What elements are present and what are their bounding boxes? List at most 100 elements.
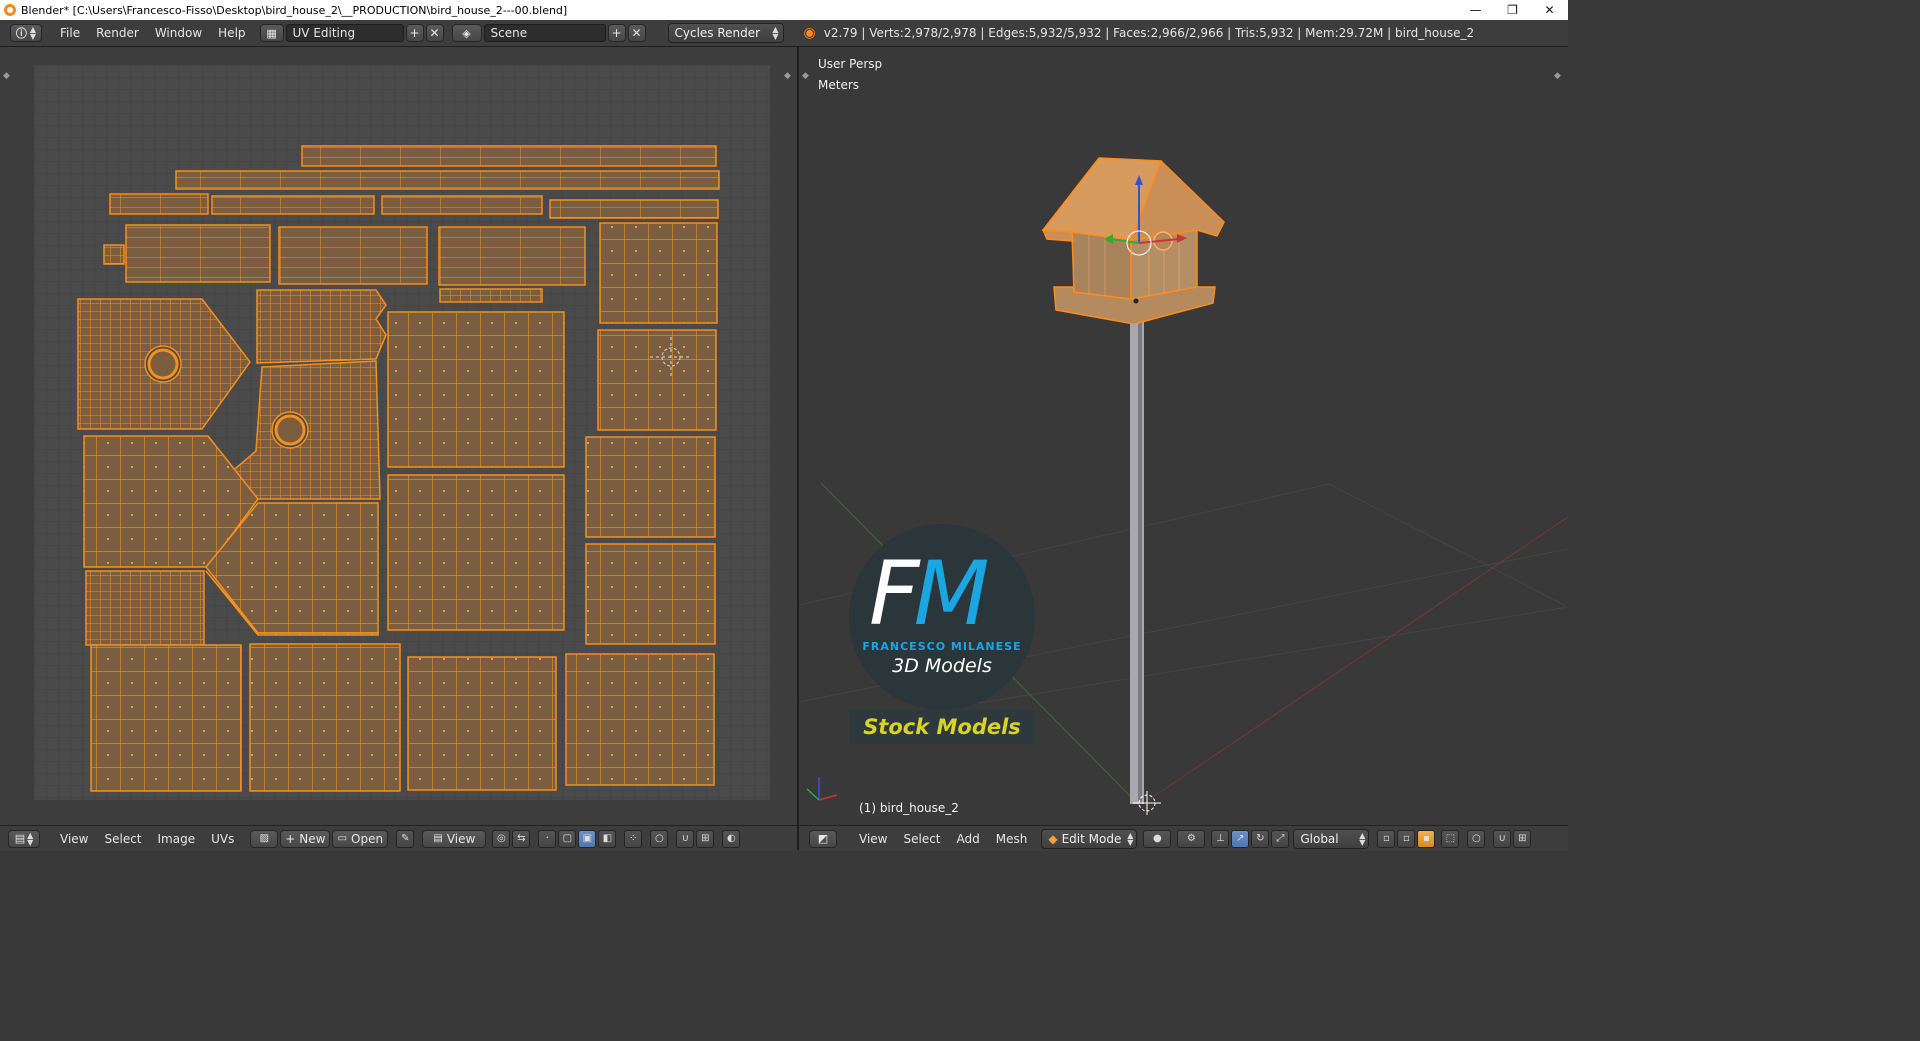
folder-icon: ▭ [337,833,348,844]
proportional-edit-icon[interactable]: ○ [1467,829,1486,848]
mode-label: Edit Mode [1061,831,1122,846]
menu-view[interactable]: View [851,832,895,846]
axis-orientation-widget [806,777,838,801]
plus-icon: + [409,26,420,40]
pivot-icon[interactable]: ◎ [492,829,511,848]
edit-mode-icon: ◆ [1048,831,1058,846]
open-label: Open [351,831,384,846]
updown-arrows-icon: ▲ ▼ [1359,830,1366,847]
updown-arrows-icon: ▲ ▼ [29,25,37,41]
layout-grid-icon: ▦ [266,26,277,40]
logo-author: FRANCESCO MILANESE [862,640,1022,653]
render-engine-select[interactable]: Cycles Render ▲ ▼ [667,23,784,43]
layer-button-3[interactable]: ▪ [1417,829,1436,848]
face-select-icon[interactable]: ▣ [578,829,597,848]
island-select-icon[interactable]: ◧ [598,829,617,848]
view-name-label: User Persp [818,57,883,71]
snap-element-icon[interactable]: ⊞ [1513,829,1532,848]
remove-scene-button[interactable]: ✕ [627,24,646,42]
new-image-button[interactable]: + New [280,829,331,848]
transform-orientation-select[interactable]: Global ▲ ▼ [1293,828,1370,849]
menu-image[interactable]: Image [150,832,204,846]
close-window-button[interactable]: ✕ [1531,0,1568,20]
pin-icon[interactable]: ✎ [396,829,415,848]
menu-render[interactable]: Render [88,26,147,40]
interaction-mode-select[interactable]: ◆ Edit Mode ▲ ▼ [1041,828,1138,849]
render-slot-icon[interactable]: ◐ [722,829,741,848]
sync-selection-icon[interactable]: ⇆ [512,829,531,848]
snap-icon[interactable]: ∪ [1493,829,1512,848]
menu-select[interactable]: Select [895,832,948,846]
manipulator-toggle-icon[interactable]: ⊥ [1211,829,1230,848]
proportional-edit-icon[interactable]: ○ [650,829,669,848]
layer-button-2[interactable]: ▫ [1397,829,1416,848]
x-icon: ✕ [429,26,440,40]
view-mode-label: View [446,831,476,846]
render-engine-label: Cycles Render [674,26,761,40]
view-mode-select[interactable]: ▤ View [422,829,487,848]
logo-stock-band: Stock Models [849,710,1035,744]
menu-window[interactable]: Window [147,26,210,40]
view-mode-icon: ▤ [433,833,443,844]
menu-add[interactable]: Add [949,832,988,846]
menu-select[interactable]: Select [96,832,149,846]
info-icon: ⓘ [15,27,27,40]
updown-arrows-icon: ▲ ▼ [1127,830,1134,847]
image-browse-button[interactable]: ▨ [250,829,279,848]
translate-manipulator-icon[interactable]: ↗ [1231,829,1250,848]
rotate-manipulator-icon[interactable]: ↻ [1251,829,1270,848]
menu-mesh[interactable]: Mesh [988,832,1036,846]
add-scene-button[interactable]: + [607,24,626,42]
menu-file[interactable]: File [52,26,88,40]
scene-statistics: v2.79 | Verts:2,978/2,978 | Edges:5,932/… [823,26,1475,40]
edge-select-icon[interactable]: ▢ [558,829,577,848]
orientation-label: Global [1300,831,1339,846]
vertex-select-icon[interactable]: · [538,829,557,848]
remove-screen-button[interactable]: ✕ [425,24,444,42]
window-title: Blender* [C:\Users\Francesco-Fisso\Deskt… [21,3,568,17]
sticky-mode-icon[interactable]: ⁘ [624,829,643,848]
pivot-point-icon[interactable]: ⚙ [1177,829,1206,848]
updown-arrows-icon: ▲ ▼ [27,830,34,847]
viewport-shading-icon[interactable]: ● [1143,829,1172,848]
snap-icon[interactable]: ∪ [676,829,695,848]
units-label: Meters [818,78,860,92]
screen-layout-browse-button[interactable]: ▦ [259,24,284,42]
logo-mark: FM [869,542,990,645]
occlude-geometry-icon[interactable]: ⬚ [1441,829,1460,848]
editor-type-info-button[interactable]: ⓘ ▲ ▼ [10,24,42,42]
x-axis-line [1143,516,1568,804]
menu-uvs[interactable]: UVs [203,832,242,846]
3d-viewport-header: ◩ View Select Add Mesh ◆ Edit Mode ▲ ▼ ● … [799,825,1568,851]
screen-layout-field[interactable]: UV Editing [285,24,404,42]
uv-image-editor[interactable]: ◆ ◆ [0,47,797,825]
scene-browse-button[interactable]: ◈ [451,24,482,42]
plus-icon: + [285,831,296,846]
editor-type-3d-button[interactable]: ◩ [809,829,837,848]
open-image-button[interactable]: ▭ Open [332,829,389,848]
plus-icon: + [611,26,622,40]
menu-view[interactable]: View [52,832,96,846]
logo-subtitle: 3D Models [892,655,992,677]
add-screen-button[interactable]: + [405,24,424,42]
uv-canvas[interactable] [0,47,797,825]
scene-icon: ◈ [462,26,471,40]
info-header: ⓘ ▲ ▼ File Render Window Help ▦ UV Editing… [0,20,1568,47]
layer-button-1[interactable]: ▫ [1377,829,1396,848]
scene-field[interactable]: Scene [483,24,606,42]
x-icon: ✕ [631,26,642,40]
image-editor-icon: ▤ [14,832,26,845]
restore-button[interactable]: ❐ [1494,0,1531,20]
new-label: New [299,831,326,846]
logo-mark-f: F [869,542,920,645]
editor-type-button[interactable]: ▤ ▲ ▼ [8,829,40,848]
updown-arrows-icon: ▲ ▼ [772,25,779,41]
perch-peg [1133,298,1139,304]
snap-element-icon[interactable]: ⊞ [696,829,715,848]
menu-help[interactable]: Help [210,26,253,40]
scale-manipulator-icon[interactable]: ⤢ [1271,829,1290,848]
active-object-label: (1) bird_house_2 [859,801,959,815]
3d-view-icon: ◩ [817,832,829,845]
minimize-button[interactable]: — [1457,0,1494,20]
fm-stock-models-logo: FM FRANCESCO MILANESE 3D Models Stock Mo… [849,524,1035,744]
